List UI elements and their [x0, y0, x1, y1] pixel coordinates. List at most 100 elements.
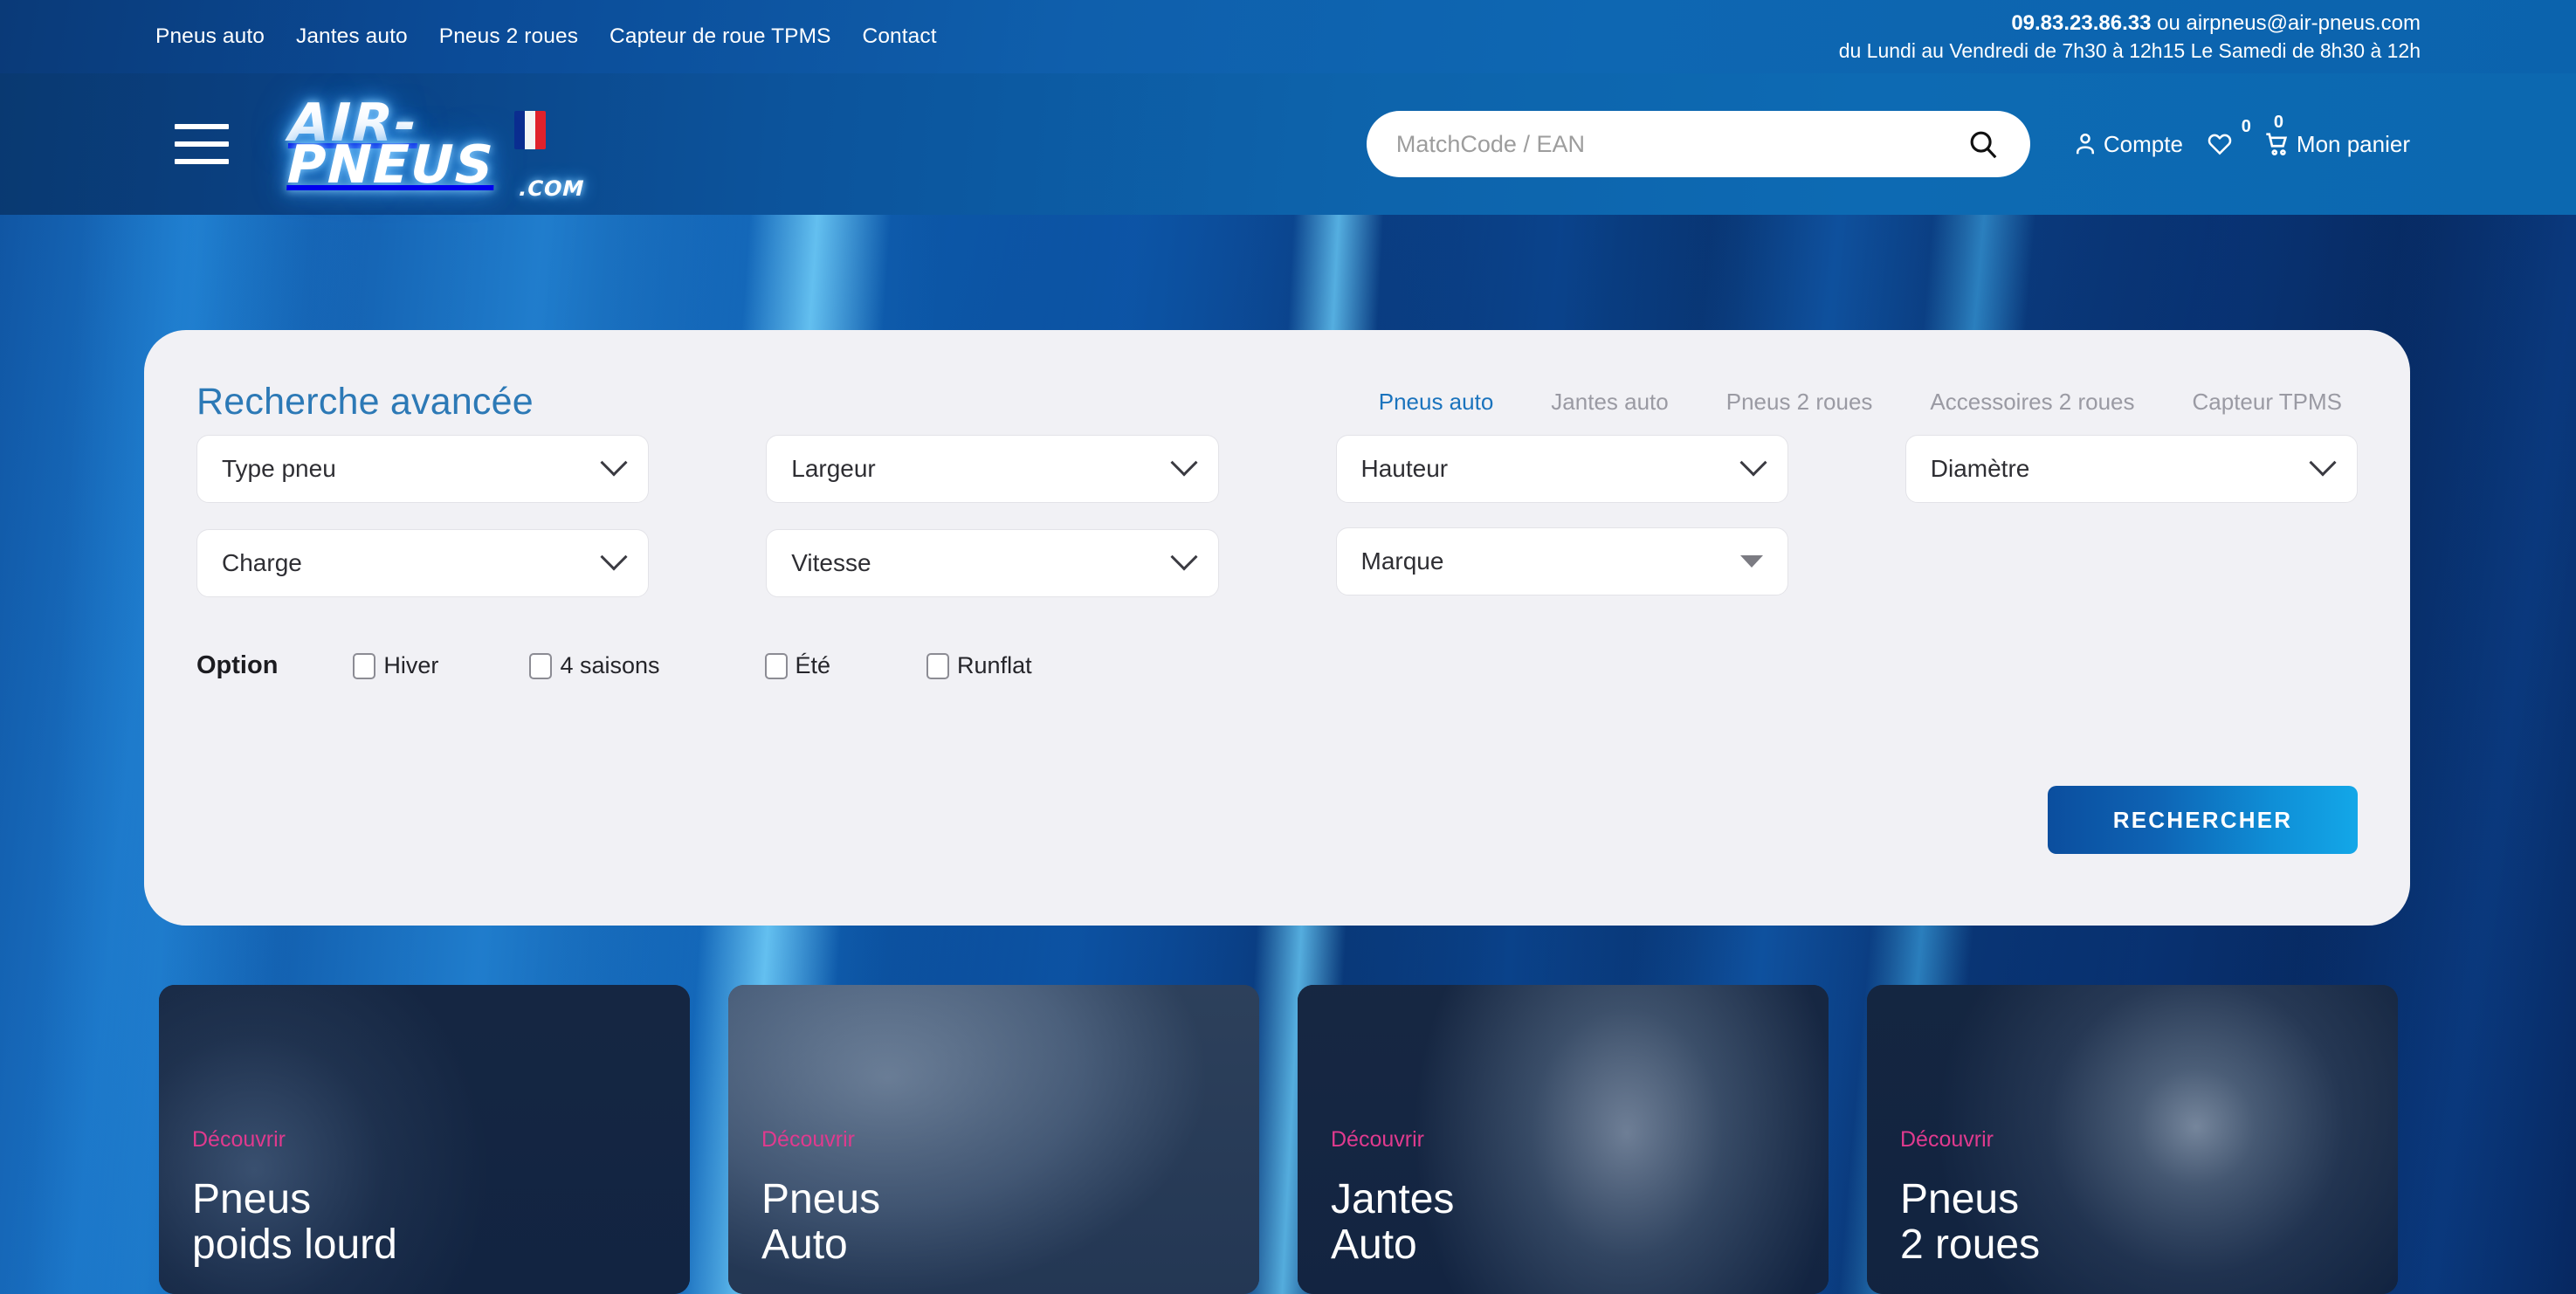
search-input[interactable] — [1396, 131, 1966, 158]
cart-label: Mon panier — [2297, 131, 2410, 158]
chevron-down-icon — [2309, 449, 2336, 476]
topnav-item-jantes-auto[interactable]: Jantes auto — [280, 26, 424, 48]
tab-capteur-tpms[interactable]: Capteur TPMS — [2164, 389, 2358, 416]
topnav-item-pneus-2-roues[interactable]: Pneus 2 roues — [424, 26, 594, 48]
card-discover-label: Découvrir — [1900, 1127, 2380, 1153]
option-runflat-label: Runflat — [957, 652, 1032, 679]
card-pneus-auto[interactable]: Découvrir Pneus Auto — [728, 985, 1259, 1294]
panel-header: Recherche avancée Pneus auto Jantes auto… — [196, 330, 2358, 426]
select-type-pneu[interactable]: Type pneu — [196, 435, 649, 503]
chevron-down-icon — [1170, 449, 1197, 476]
select-largeur-value: Largeur — [791, 455, 876, 483]
category-cards: Découvrir Pneus poids lourd Découvrir Pn… — [159, 985, 2398, 1294]
card-pneus-poids-lourd[interactable]: Découvrir Pneus poids lourd — [159, 985, 690, 1294]
topnav-item-contact[interactable]: Contact — [847, 26, 953, 48]
filter-cell: Diamètre — [1905, 435, 2358, 503]
site-logo[interactable]: AIR- PNEUS .COM — [288, 102, 546, 186]
filter-cell: Charge — [196, 529, 649, 597]
card-content: Découvrir Pneus 2 roues — [1900, 1127, 2380, 1268]
checkbox-hiver[interactable] — [353, 653, 375, 679]
hamburger-bar — [175, 159, 229, 164]
options-row: Option Hiver 4 saisons Été Runflat — [196, 597, 2358, 680]
search-icon[interactable] — [1966, 127, 2001, 162]
card-content: Découvrir Jantes Auto — [1331, 1127, 1811, 1268]
logo-dotcom: .COM — [519, 181, 585, 197]
select-largeur[interactable]: Largeur — [766, 435, 1218, 503]
rechercher-button[interactable]: RECHERCHER — [2048, 786, 2358, 854]
tab-accessoires-2-roues[interactable]: Accessoires 2 roues — [1901, 389, 2163, 416]
logo-wordmark: AIR- PNEUS .COM — [286, 102, 496, 186]
filter-cell: Largeur — [766, 435, 1218, 503]
card-content: Découvrir Pneus poids lourd — [192, 1127, 672, 1268]
site-header: AIR- PNEUS .COM — [0, 73, 2576, 215]
cart-count-badge: 0 — [2274, 113, 2283, 133]
hamburger-bar — [175, 141, 229, 147]
filter-cell-empty — [1905, 529, 2358, 597]
account-link[interactable]: Compte — [2062, 130, 2194, 158]
option-hiver-label: Hiver — [383, 652, 438, 679]
select-diametre[interactable]: Diamètre — [1905, 435, 2358, 503]
chevron-down-icon — [1170, 543, 1197, 570]
card-title-line-1: Pneus — [192, 1177, 672, 1222]
tab-pneus-2-roues[interactable]: Pneus 2 roues — [1698, 389, 1902, 416]
tab-pneus-auto[interactable]: Pneus auto — [1350, 389, 1523, 416]
tab-jantes-auto[interactable]: Jantes auto — [1522, 389, 1697, 416]
checkbox-ete[interactable] — [765, 653, 788, 679]
card-title-line-1: Jantes — [1331, 1177, 1811, 1222]
card-title-line-2: Auto — [761, 1222, 1242, 1268]
wishlist-count-badge: 0 — [2242, 117, 2251, 137]
contact-phone[interactable]: 09.83.23.86.33 — [2011, 11, 2151, 35]
checkbox-runflat[interactable] — [926, 653, 949, 679]
card-title: Pneus Auto — [761, 1177, 1242, 1268]
page-root: Pneus auto Jantes auto Pneus 2 roues Cap… — [0, 0, 2576, 1294]
filter-cell: Hauteur — [1336, 435, 1788, 503]
chevron-down-icon — [1739, 449, 1767, 476]
option-hiver[interactable]: Hiver — [353, 652, 438, 679]
top-navigation: Pneus auto Jantes auto Pneus 2 roues Cap… — [155, 26, 953, 48]
select-vitesse[interactable]: Vitesse — [766, 529, 1218, 597]
filter-cell: Vitesse — [766, 529, 1218, 597]
option-4-saisons[interactable]: 4 saisons — [529, 652, 659, 679]
checkbox-4-saisons[interactable] — [529, 653, 552, 679]
header-search[interactable] — [1367, 111, 2030, 177]
hamburger-bar — [175, 124, 229, 129]
card-title: Jantes Auto — [1331, 1177, 1811, 1268]
contact-email[interactable]: airpneus@air-pneus.com — [2187, 11, 2421, 35]
card-title: Pneus poids lourd — [192, 1177, 672, 1268]
cart-link[interactable]: 0 Mon panier — [2253, 130, 2421, 158]
option-ete-label: Été — [796, 652, 831, 679]
wishlist-link[interactable]: 0 — [2194, 131, 2253, 157]
card-jantes-auto[interactable]: Découvrir Jantes Auto — [1298, 985, 1829, 1294]
heart-icon — [2206, 131, 2234, 157]
option-4-saisons-label: 4 saisons — [560, 652, 659, 679]
filters-row-2: Charge Vitesse Marque — [196, 503, 2358, 597]
card-title-line-2: Auto — [1331, 1222, 1811, 1268]
panel-tabs: Pneus auto Jantes auto Pneus 2 roues Acc… — [1350, 389, 2358, 416]
chevron-down-icon — [601, 543, 628, 570]
select-marque[interactable]: Marque — [1336, 527, 1788, 595]
account-label: Compte — [2104, 131, 2183, 158]
filters-row-1: Type pneu Largeur Hauteur Diamètre — [196, 426, 2358, 503]
select-charge-value: Charge — [222, 549, 302, 577]
select-marque-value: Marque — [1361, 547, 1444, 575]
option-ete[interactable]: Été — [765, 652, 831, 679]
select-type-pneu-value: Type pneu — [222, 455, 336, 483]
select-diametre-value: Diamètre — [1931, 455, 2030, 483]
card-pneus-2-roues[interactable]: Découvrir Pneus 2 roues — [1867, 985, 2398, 1294]
contact-info: 09.83.23.86.33 ou airpneus@air-pneus.com… — [1839, 10, 2421, 64]
chevron-down-icon — [601, 449, 628, 476]
hamburger-menu-icon[interactable] — [175, 124, 229, 164]
advanced-search-panel: Recherche avancée Pneus auto Jantes auto… — [144, 330, 2410, 926]
option-runflat[interactable]: Runflat — [926, 652, 1032, 679]
card-title-line-1: Pneus — [1900, 1177, 2380, 1222]
triangle-down-icon — [1740, 555, 1763, 568]
cart-icon — [2263, 130, 2291, 158]
card-title-line-2: poids lourd — [192, 1222, 672, 1268]
select-charge[interactable]: Charge — [196, 529, 649, 597]
select-hauteur[interactable]: Hauteur — [1336, 435, 1788, 503]
topnav-item-pneus-auto[interactable]: Pneus auto — [155, 26, 280, 48]
card-discover-label: Découvrir — [192, 1127, 672, 1153]
card-content: Découvrir Pneus Auto — [761, 1127, 1242, 1268]
topnav-item-capteur-tpms[interactable]: Capteur de roue TPMS — [594, 26, 846, 48]
french-flag-icon — [514, 111, 546, 149]
